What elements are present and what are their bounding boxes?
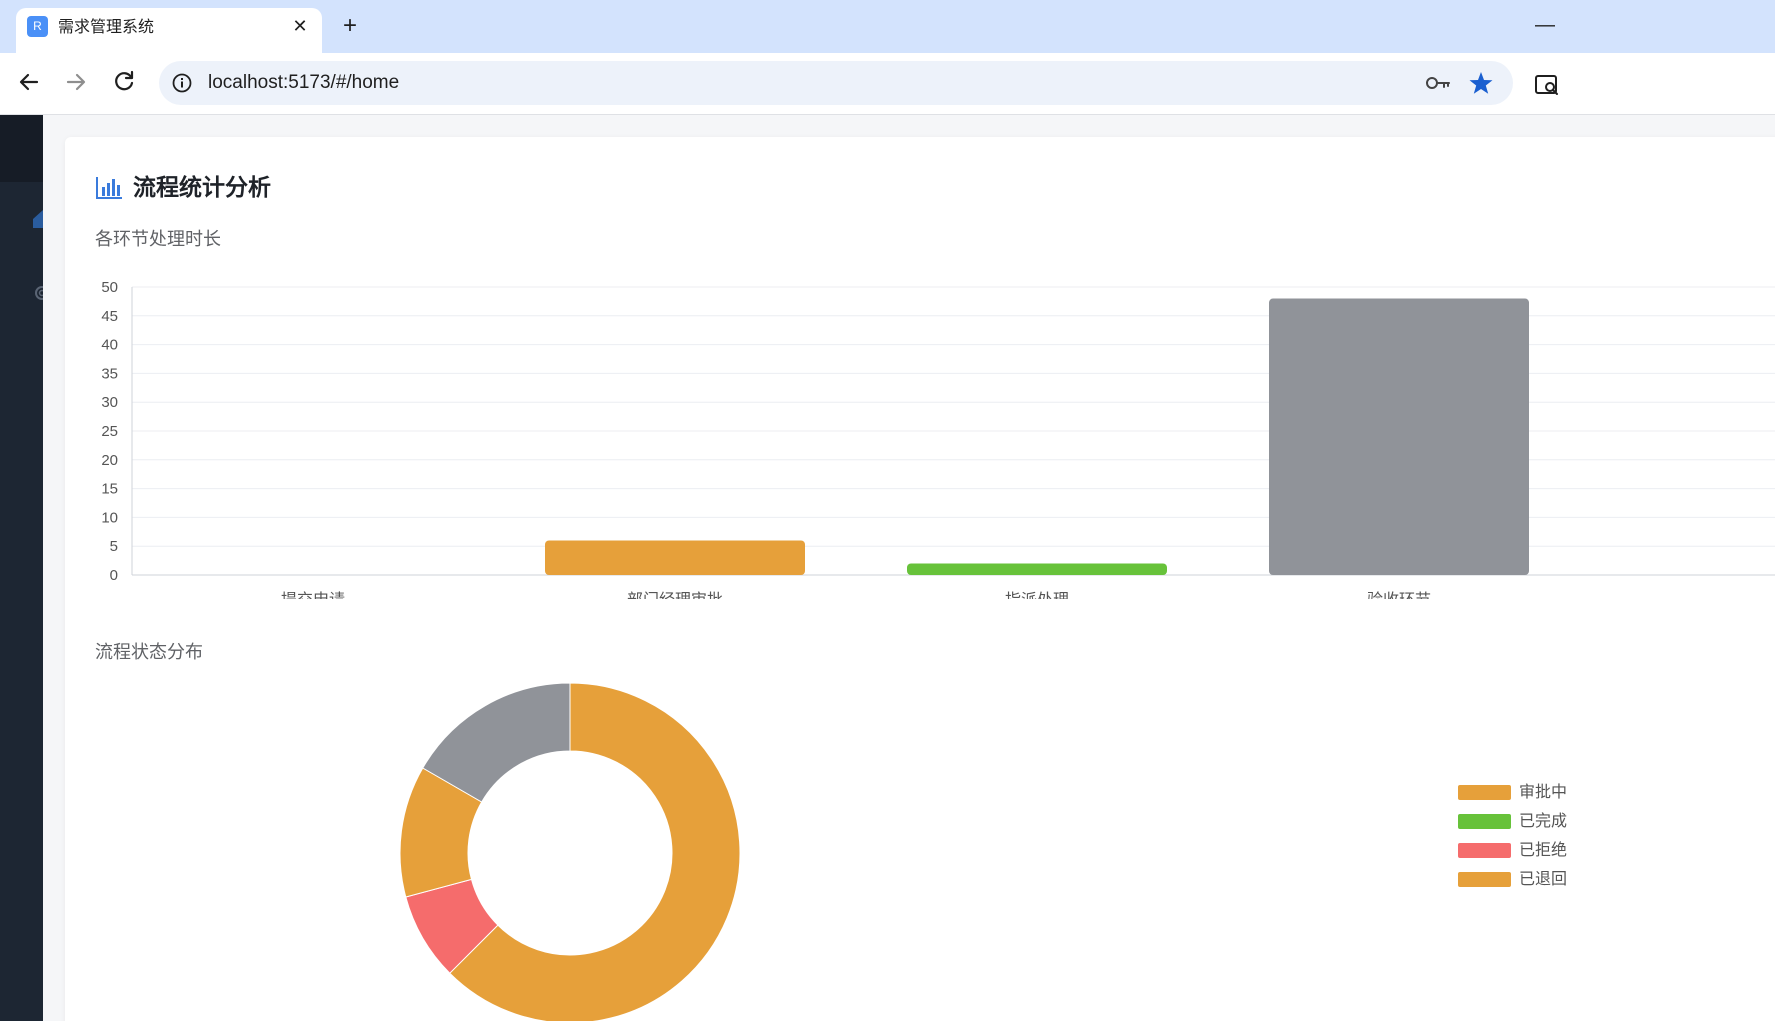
forward-button[interactable]	[59, 65, 93, 99]
y-tick-label: 15	[101, 481, 118, 498]
y-tick-label: 45	[101, 308, 118, 325]
legend-label: 已拒绝	[1519, 840, 1568, 859]
side-panel-search-icon[interactable]	[1533, 71, 1561, 99]
y-tick-label: 20	[101, 452, 118, 469]
legend-item[interactable]: 已退回	[1458, 869, 1578, 890]
page-title: 流程统计分析	[133, 175, 271, 201]
legend-label: 已完成	[1519, 811, 1568, 830]
statistics-card: 流程统计分析 各环节处理时长 0 5 10 15 20 25 30 35 40 45 50 提交申请 部…	[65, 137, 1775, 1021]
bar	[545, 540, 805, 575]
back-button[interactable]	[12, 65, 46, 99]
bar-chart-icon	[96, 177, 122, 199]
url-text[interactable]: localhost:5173/#/home	[208, 72, 399, 94]
legend-item[interactable]: 审批中	[1458, 782, 1578, 803]
tab-title: 需求管理系统	[58, 17, 155, 36]
y-tick-label: 35	[101, 365, 118, 382]
y-tick-label: 50	[101, 279, 118, 296]
y-tick-label: 30	[101, 394, 118, 411]
y-tick-label: 10	[101, 509, 118, 526]
password-key-icon[interactable]	[1424, 71, 1452, 95]
x-category-label: 验收环节	[1367, 590, 1431, 599]
sidebar-logo-area	[0, 115, 43, 182]
bar-section-title: 各环节处理时长	[95, 229, 221, 250]
window-minimize-button[interactable]: —	[1533, 14, 1557, 38]
x-category-label: 部门经理审批	[627, 590, 723, 599]
browser-tab-bar: R 需求管理系统 ✕ + —	[0, 0, 1775, 53]
site-info-icon[interactable]	[171, 72, 193, 94]
bar	[907, 563, 1167, 575]
browser-tab[interactable]: R 需求管理系统 ✕	[16, 8, 322, 53]
legend-swatch	[1458, 785, 1511, 800]
legend-item[interactable]: 已拒绝	[1458, 840, 1578, 861]
app-sidebar	[0, 115, 46, 1021]
legend-swatch	[1458, 814, 1511, 829]
tab-close-icon[interactable]: ✕	[288, 15, 312, 39]
y-tick-label: 25	[101, 423, 118, 440]
reload-icon	[115, 70, 134, 91]
legend-swatch	[1458, 843, 1511, 858]
legend-swatch	[1458, 872, 1511, 887]
y-tick-label: 40	[101, 337, 118, 354]
legend-item[interactable]: 已完成	[1458, 811, 1578, 832]
pie-section-title: 流程状态分布	[95, 642, 203, 663]
address-bar[interactable]: localhost:5173/#/home	[159, 61, 1513, 105]
back-arrow-icon	[19, 73, 39, 91]
status-donut-chart	[399, 682, 741, 1021]
main-content: 流程统计分析 各环节处理时长 0 5 10 15 20 25 30 35 40 45 50 提交申请 部…	[43, 115, 1775, 1021]
legend-label: 审批中	[1519, 782, 1568, 801]
bookmark-star-icon[interactable]	[1468, 70, 1494, 96]
bar	[1269, 298, 1529, 575]
y-tick-label: 5	[110, 538, 118, 555]
forward-arrow-icon	[66, 73, 86, 91]
x-category-label: 提交申请	[281, 590, 345, 599]
x-category-label: 指派处理	[1005, 590, 1069, 599]
reload-button[interactable]	[107, 65, 141, 99]
new-tab-button[interactable]: +	[336, 12, 364, 40]
favicon-icon: R	[27, 16, 48, 37]
browser-toolbar: localhost:5173/#/home	[0, 53, 1775, 115]
y-tick-label: 0	[110, 567, 118, 584]
legend-label: 已退回	[1519, 869, 1568, 888]
duration-bar-chart: 0 5 10 15 20 25 30 35 40 45 50 提交申请 部门经理审批 指派处理 验收环节	[101, 279, 1775, 599]
